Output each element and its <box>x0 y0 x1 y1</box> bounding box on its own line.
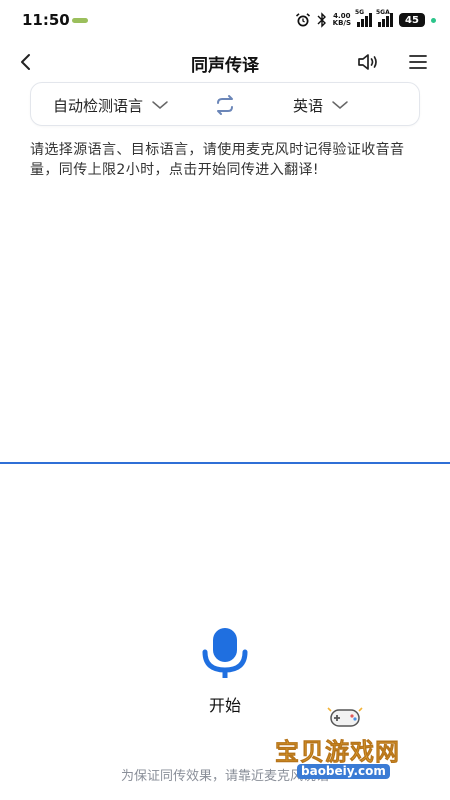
gamepad-icon <box>327 707 363 727</box>
status-time: 11:50 <box>22 11 70 29</box>
battery-icon: 45 <box>399 13 425 27</box>
signal-5ga-label: 5GA <box>376 9 390 16</box>
alarm-icon <box>295 13 310 27</box>
notification-pill-icon <box>72 18 88 23</box>
menu-icon[interactable] <box>406 50 430 74</box>
watermark-text: 宝贝游戏网 <box>275 738 400 767</box>
watermark-url: baobeiy.com <box>297 764 390 779</box>
source-language-label: 自动检测语言 <box>53 96 144 115</box>
status-bar: 11:50 4.00 KB/S 5G 5GA 45 <box>0 0 450 40</box>
privacy-dot-icon <box>431 17 436 23</box>
bluetooth-icon <box>317 12 326 28</box>
microphone-icon <box>202 628 248 678</box>
signal-5g-icon: 5G <box>355 9 372 27</box>
status-icons: 4.00 KB/S 5G 5GA 45 <box>295 9 436 30</box>
language-selector: 自动检测语言 英语 <box>30 82 420 126</box>
speaker-icon[interactable] <box>356 50 380 74</box>
network-speed: 4.00 KB/S <box>333 13 351 27</box>
app-bar: 同声传译 <box>0 42 450 82</box>
target-language-label: 英语 <box>293 96 324 115</box>
instruction-text: 请选择源语言、目标语言，请使用麦克风时记得验证收音音量，同传上限2小时，点击开始… <box>30 142 405 178</box>
start-button[interactable]: 开始 <box>175 620 275 716</box>
page-title: 同声传译 <box>191 56 259 76</box>
signal-5ga-icon: 5GA <box>376 9 393 27</box>
network-speed-unit: KB/S <box>332 19 351 27</box>
source-language-dropdown[interactable]: 自动检测语言 <box>53 83 169 127</box>
panel-divider <box>0 462 450 464</box>
target-language-dropdown[interactable]: 英语 <box>293 83 349 127</box>
watermark-logo: 宝贝游戏网 baobeiy.com <box>275 702 425 782</box>
start-label: 开始 <box>208 696 241 715</box>
chevron-down-icon <box>332 101 348 109</box>
swap-languages-icon[interactable] <box>213 94 237 116</box>
chevron-down-icon <box>152 101 168 109</box>
signal-5g-label: 5G <box>355 9 365 16</box>
